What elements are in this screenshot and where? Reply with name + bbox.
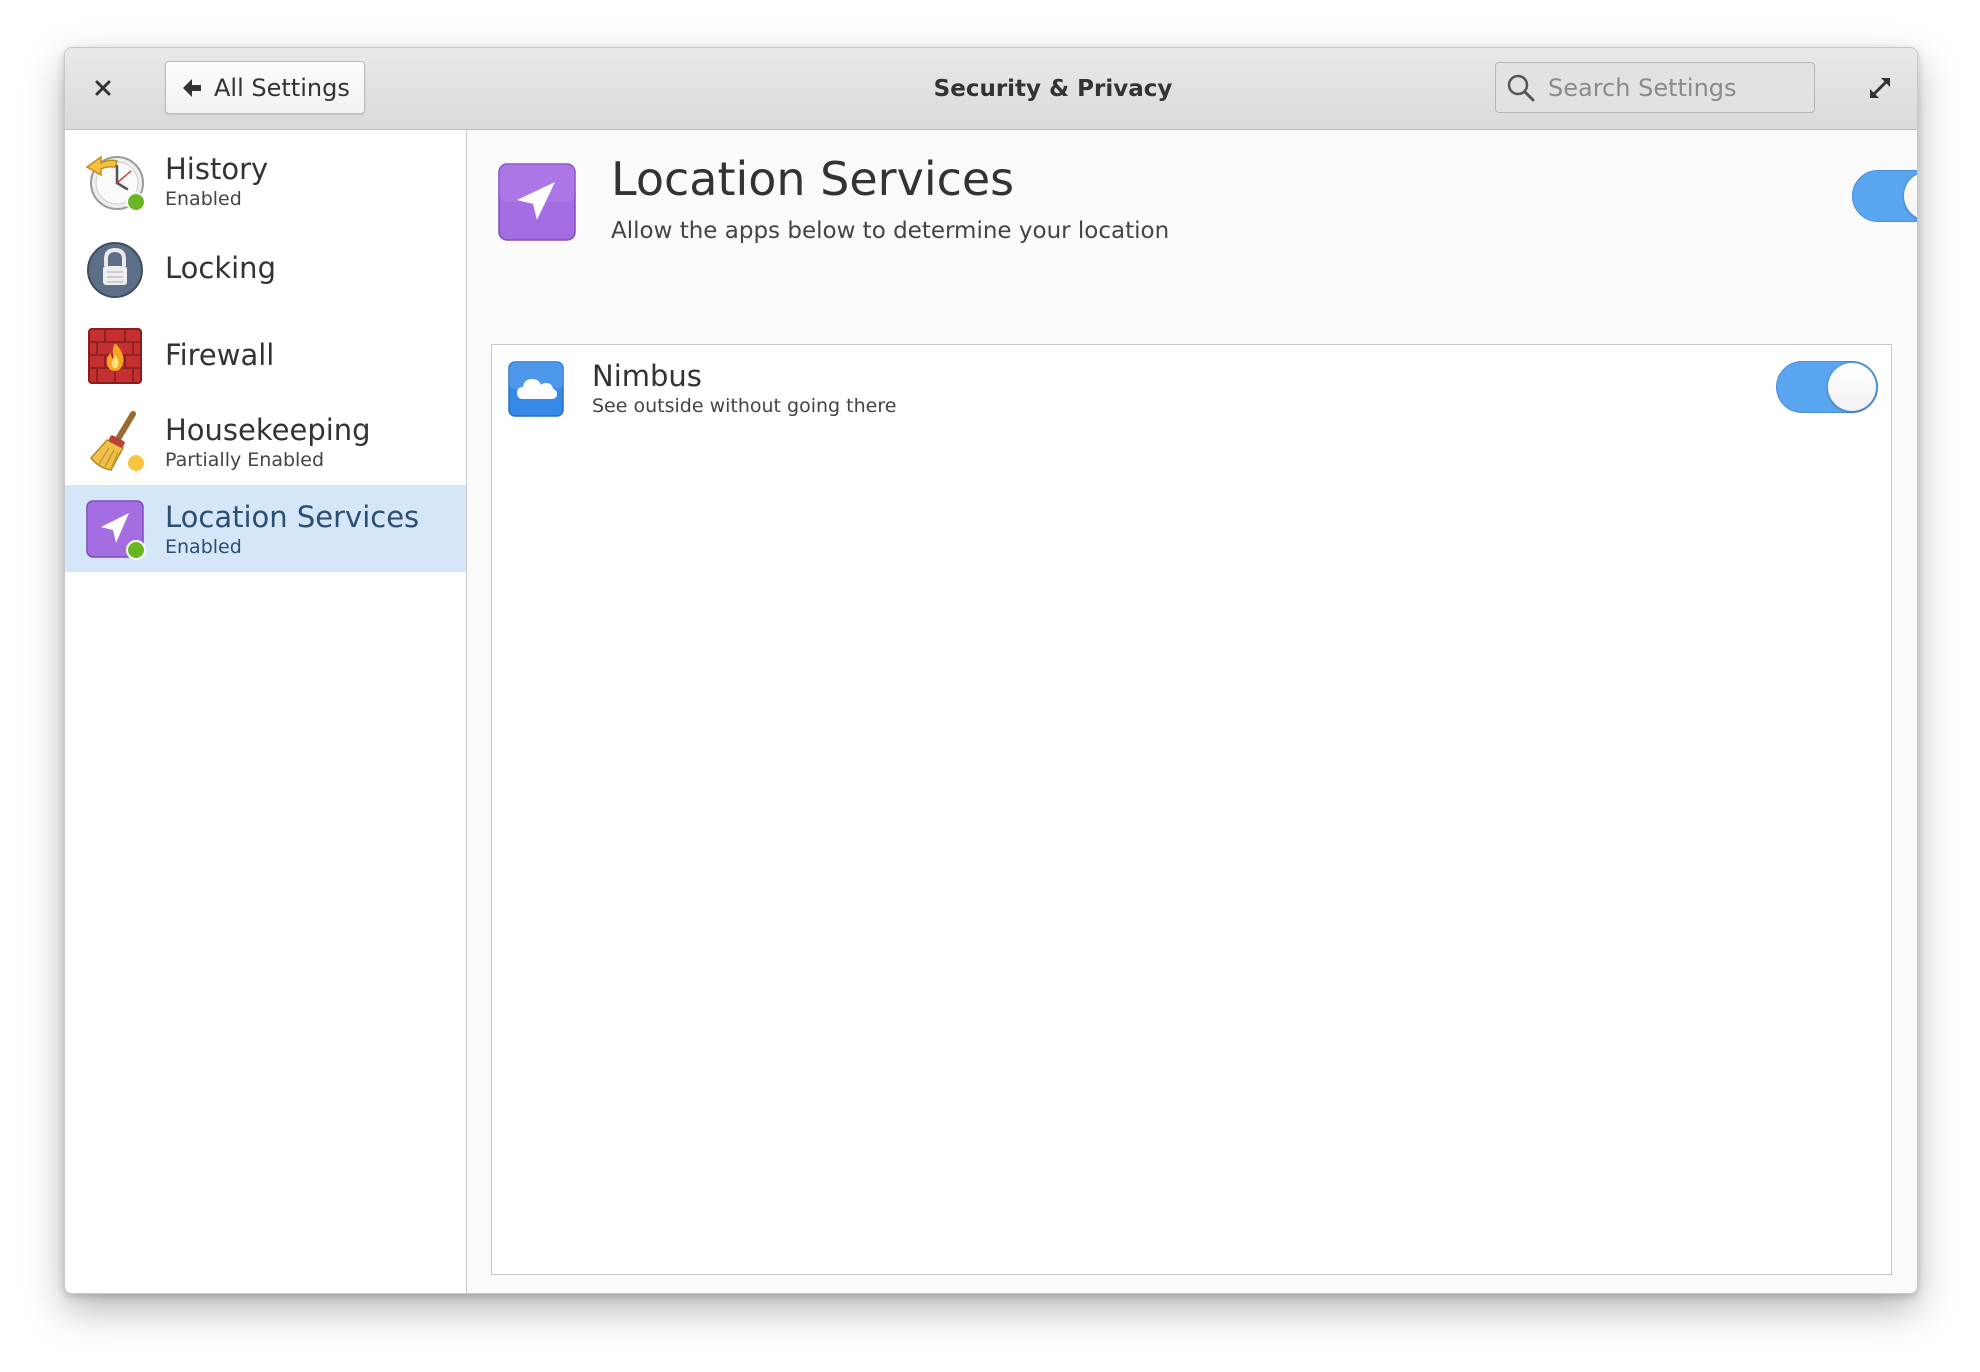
location-arrow-icon	[498, 163, 576, 241]
app-description: See outside without going there	[592, 395, 897, 417]
sidebar-item-status: Enabled	[165, 535, 242, 558]
nimbus-location-toggle[interactable]	[1776, 361, 1878, 413]
firewall-brick-icon	[88, 327, 142, 384]
toggle-knob	[1828, 363, 1876, 411]
location-services-toggle[interactable]	[1852, 170, 1917, 222]
back-arrow-icon	[180, 76, 204, 100]
sidebar-item-history[interactable]: History Enabled	[65, 137, 466, 224]
apps-list: Nimbus See outside without going there	[491, 344, 1892, 1275]
sidebar-item-firewall[interactable]: Firewall	[65, 311, 466, 398]
close-icon	[95, 80, 111, 96]
search-icon	[1507, 74, 1535, 101]
app-name: Nimbus	[592, 359, 702, 393]
all-settings-label: All Settings	[214, 73, 350, 102]
broom-icon	[90, 410, 146, 473]
location-arrow-icon	[86, 499, 146, 560]
sidebar-item-status: Enabled	[165, 187, 242, 210]
window-title: Security & Privacy	[933, 75, 1173, 102]
cloud-icon	[508, 361, 564, 417]
all-settings-button[interactable]: All Settings	[165, 61, 365, 114]
sidebar-item-label: History	[165, 151, 269, 186]
maximize-button[interactable]	[1860, 68, 1900, 108]
sidebar: History Enabled Locking Firewall Houseke…	[65, 130, 467, 1293]
page-title: Location Services	[611, 152, 1015, 206]
list-item: Nimbus See outside without going there	[492, 345, 1891, 435]
sidebar-item-label: Housekeeping	[165, 412, 371, 447]
close-button[interactable]	[83, 68, 123, 108]
content-pane: Location Services Allow the apps below t…	[467, 130, 1917, 1293]
header-bar: All Settings Security & Privacy	[65, 48, 1917, 130]
settings-window: All Settings Security & Privacy Search S…	[64, 47, 1918, 1294]
maximize-icon	[1870, 78, 1890, 98]
search-input[interactable]	[1546, 72, 1800, 103]
search-field[interactable]	[1495, 62, 1815, 113]
sidebar-item-label: Location Services	[165, 499, 420, 534]
sidebar-item-locking[interactable]: Locking	[65, 224, 466, 311]
page-description: Allow the apps below to determine your l…	[611, 218, 1170, 244]
sidebar-item-status: Partially Enabled	[165, 448, 325, 471]
sidebar-item-housekeeping[interactable]: Housekeeping Partially Enabled	[65, 398, 466, 485]
padlock-icon	[87, 241, 143, 298]
toggle-knob	[1904, 172, 1917, 220]
sidebar-item-label: Locking	[165, 250, 276, 285]
sidebar-item-label: Firewall	[165, 337, 275, 372]
history-clock-icon	[85, 155, 146, 212]
sidebar-item-location-services[interactable]: Location Services Enabled	[65, 485, 466, 572]
